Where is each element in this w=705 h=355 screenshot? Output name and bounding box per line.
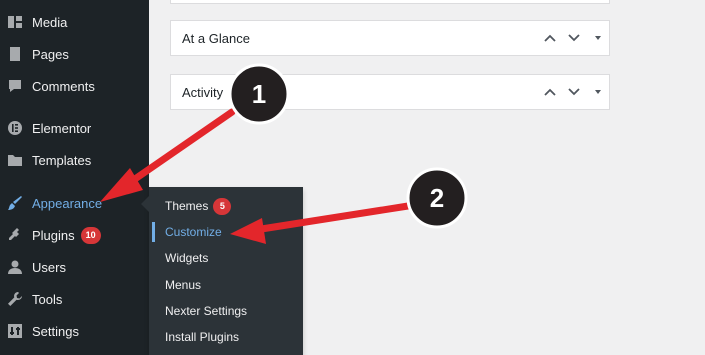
sidebar-item-users[interactable]: Users [0,251,149,283]
submenu-item-menus[interactable]: Menus [149,272,303,298]
wrench-icon [6,290,24,308]
step-2-marker: 2 [406,167,468,229]
chevron-up-icon[interactable] [543,85,557,99]
submenu-item-label: Install Plugins [165,330,240,344]
widget-title: Activity [182,84,224,100]
sidebar-item-label: Plugins [32,227,75,243]
brush-icon [6,194,24,212]
sidebar-item-settings[interactable]: Settings [0,315,149,347]
chevron-down-icon[interactable] [567,85,581,99]
submenu-item-label: Menus [165,278,202,292]
sidebar-item-label: Elementor [32,120,92,136]
user-icon [6,258,24,276]
caret-down-icon[interactable] [591,31,605,45]
chevron-up-icon[interactable] [543,31,557,45]
sidebar-item-plugins[interactable]: Plugins 10 [0,219,149,251]
sidebar-item-label: Appearance [32,195,103,211]
sidebar-item-comments[interactable]: Comments [0,70,149,102]
submenu-item-label: Nexter Settings [165,304,248,318]
sidebar-item-label: Users [32,259,66,275]
submenu-item-label: Themes [165,199,209,213]
submenu-item-nexter-settings[interactable]: Nexter Settings [149,298,303,324]
media-icon [6,13,24,31]
widget-title: At a Glance [182,30,250,46]
sidebar-item-templates[interactable]: Templates [0,144,149,176]
sidebar-item-pages[interactable]: Pages [0,38,149,70]
caret-down-icon[interactable] [591,85,605,99]
sidebar-item-appearance[interactable]: Appearance [0,187,149,219]
widget-edge [170,0,610,4]
settings-icon [6,322,24,340]
chevron-down-icon[interactable] [567,31,581,45]
sidebar-item-label: Templates [32,152,92,168]
widget-activity: Activity [170,74,610,110]
sidebar-item-label: Pages [32,46,69,62]
appearance-submenu: Themes 5 Customize Widgets Menus Nexter … [141,187,303,355]
sidebar-item-label: Comments [32,78,95,94]
submenu-item-widgets[interactable]: Widgets [149,245,303,271]
sidebar-item-label: Settings [32,323,79,339]
sidebar-item-elementor[interactable]: Elementor [0,112,149,144]
submenu-item-customize[interactable]: Customize [149,219,303,245]
comments-icon [6,77,24,95]
sidebar-item-media[interactable]: Media [0,6,149,38]
plugins-update-badge: 10 [80,226,101,244]
widget-at-a-glance: At a Glance [170,20,610,56]
folder-icon [6,151,24,169]
submenu-item-label: Widgets [165,251,209,265]
submenu-item-themes[interactable]: Themes 5 [149,193,303,219]
sidebar-item-tools[interactable]: Tools [0,283,149,315]
sidebar-item-label: Media [32,14,68,30]
submenu-item-label: Customize [165,225,222,239]
sidebar-item-label: Tools [32,291,63,307]
submenu-item-install-plugins[interactable]: Install Plugins [149,324,303,350]
elementor-icon [6,119,24,137]
admin-sidebar: Media Pages Comments Elementor Templates… [0,0,149,355]
pages-icon [6,45,24,63]
step-2-label: 2 [430,183,444,213]
themes-update-badge: 5 [213,197,232,215]
plugin-icon [6,226,24,244]
